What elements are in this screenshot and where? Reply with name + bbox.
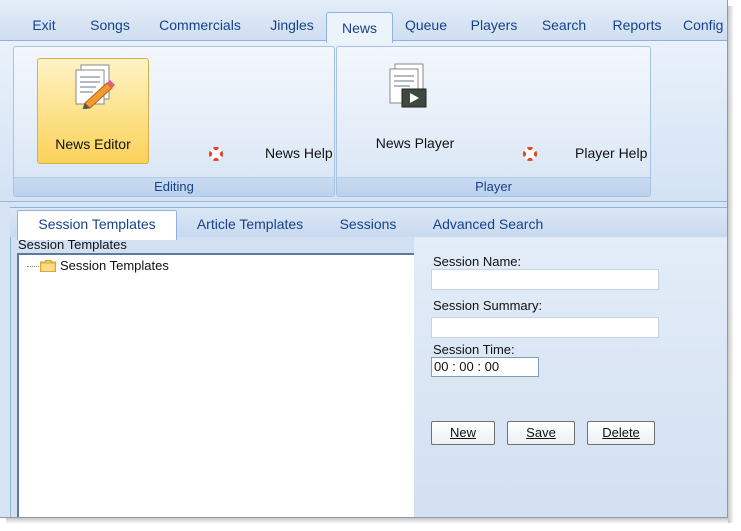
window-shadow-right — [728, 6, 734, 523]
session-summary-input[interactable] — [431, 317, 659, 338]
news-player-button[interactable]: News Player — [360, 58, 470, 162]
session-time-label: Session Time: — [433, 342, 515, 357]
player-group: News Player Player Help Player — [336, 46, 651, 197]
editing-group: News Editor News Help Editing — [13, 46, 335, 197]
session-form: Session Name: Session Summary: Session T… — [414, 237, 727, 517]
delete-button[interactable]: Delete — [587, 421, 655, 445]
player-help-button[interactable]: Player Help — [575, 143, 647, 163]
ribbon-panel: News Editor News Help Editing News Playe… — [0, 40, 727, 202]
news-help-icon[interactable] — [209, 147, 223, 161]
tab-article-templates[interactable]: Article Templates — [185, 211, 315, 238]
session-name-label: Session Name: — [433, 254, 522, 269]
tab-players[interactable]: Players — [462, 10, 526, 40]
news-help-button[interactable]: News Help — [265, 143, 333, 163]
ribbon-tab-bar: Exit Songs Commercials Jingles News Queu… — [0, 0, 727, 43]
session-summary-label: Session Summary: — [433, 298, 543, 313]
save-button[interactable]: Save — [507, 421, 575, 445]
session-tab-area: Session Templates Article Templates Sess… — [10, 207, 727, 517]
tab-reports[interactable]: Reports — [603, 10, 671, 40]
delete-button-label: Delete — [602, 425, 640, 440]
tree-item-label: Session Templates — [60, 258, 169, 273]
application-window: Exit Songs Commercials Jingles News Queu… — [0, 0, 728, 518]
news-editor-label: News Editor — [55, 136, 131, 152]
news-player-label: News Player — [375, 135, 455, 151]
save-button-label: Save — [526, 425, 556, 440]
folder-icon — [40, 260, 56, 272]
tab-session-templates[interactable]: Session Templates — [17, 210, 177, 240]
news-editor-button[interactable]: News Editor — [37, 58, 149, 164]
tab-songs[interactable]: Songs — [80, 10, 140, 40]
news-player-icon — [389, 63, 427, 108]
session-templates-content: Session Templates Session Templates Sess… — [10, 237, 727, 517]
tab-sessions[interactable]: Sessions — [328, 211, 408, 238]
session-name-input[interactable] — [431, 269, 659, 290]
tab-news[interactable]: News — [326, 12, 393, 43]
player-group-label: Player — [337, 177, 650, 196]
tab-commercials[interactable]: Commercials — [153, 10, 247, 40]
tab-config[interactable]: Config — [683, 10, 727, 40]
tree-connector — [27, 266, 39, 267]
window-shadow-bottom — [6, 518, 728, 524]
lower-tab-bar: Session Templates Article Templates Sess… — [10, 207, 727, 240]
player-help-icon[interactable] — [523, 147, 537, 161]
new-button-label: New — [449, 425, 476, 440]
tab-queue[interactable]: Queue — [398, 10, 454, 40]
tab-jingles[interactable]: Jingles — [258, 10, 326, 40]
session-time-field[interactable]: 00 : 00 : 00 — [431, 357, 539, 377]
new-button[interactable]: New — [431, 421, 495, 445]
session-templates-tree[interactable]: Session Templates — [17, 253, 416, 517]
editing-group-label: Editing — [14, 177, 334, 196]
tab-advanced-search[interactable]: Advanced Search — [424, 211, 552, 238]
tab-search[interactable]: Search — [534, 10, 594, 40]
news-editor-icon — [75, 64, 115, 109]
tab-exit[interactable]: Exit — [20, 10, 68, 40]
